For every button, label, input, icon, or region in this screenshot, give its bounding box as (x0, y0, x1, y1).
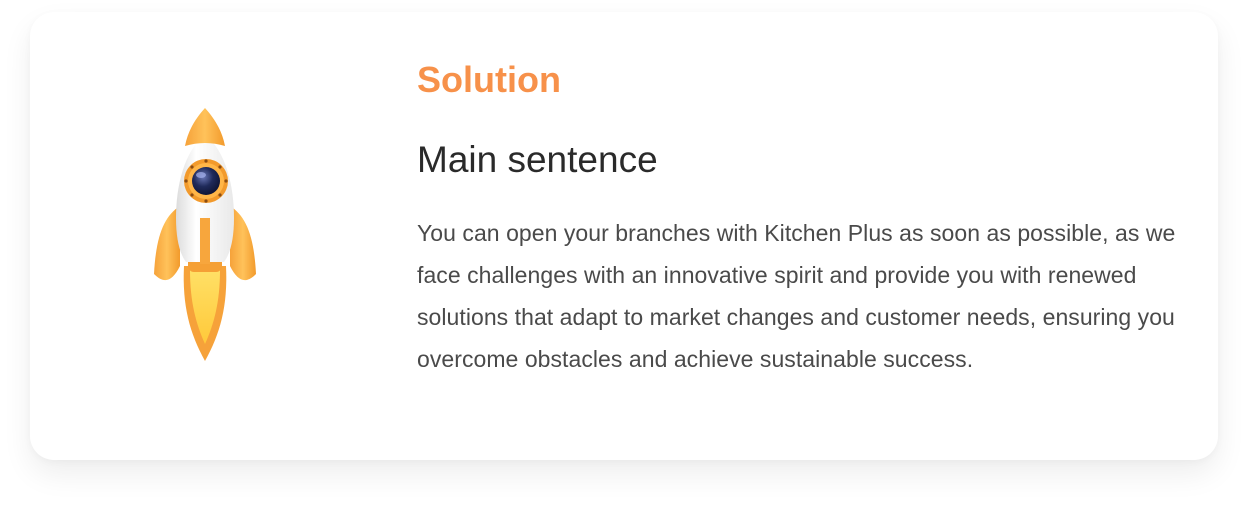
solution-content: Solution Main sentence You can open your… (417, 58, 1197, 380)
section-description: You can open your branches with Kitchen … (417, 220, 1176, 372)
rocket-icon (150, 106, 260, 364)
solution-card: Solution Main sentence You can open your… (30, 12, 1218, 460)
section-title: Main sentence (417, 139, 658, 180)
section-eyebrow: Solution (417, 59, 561, 100)
